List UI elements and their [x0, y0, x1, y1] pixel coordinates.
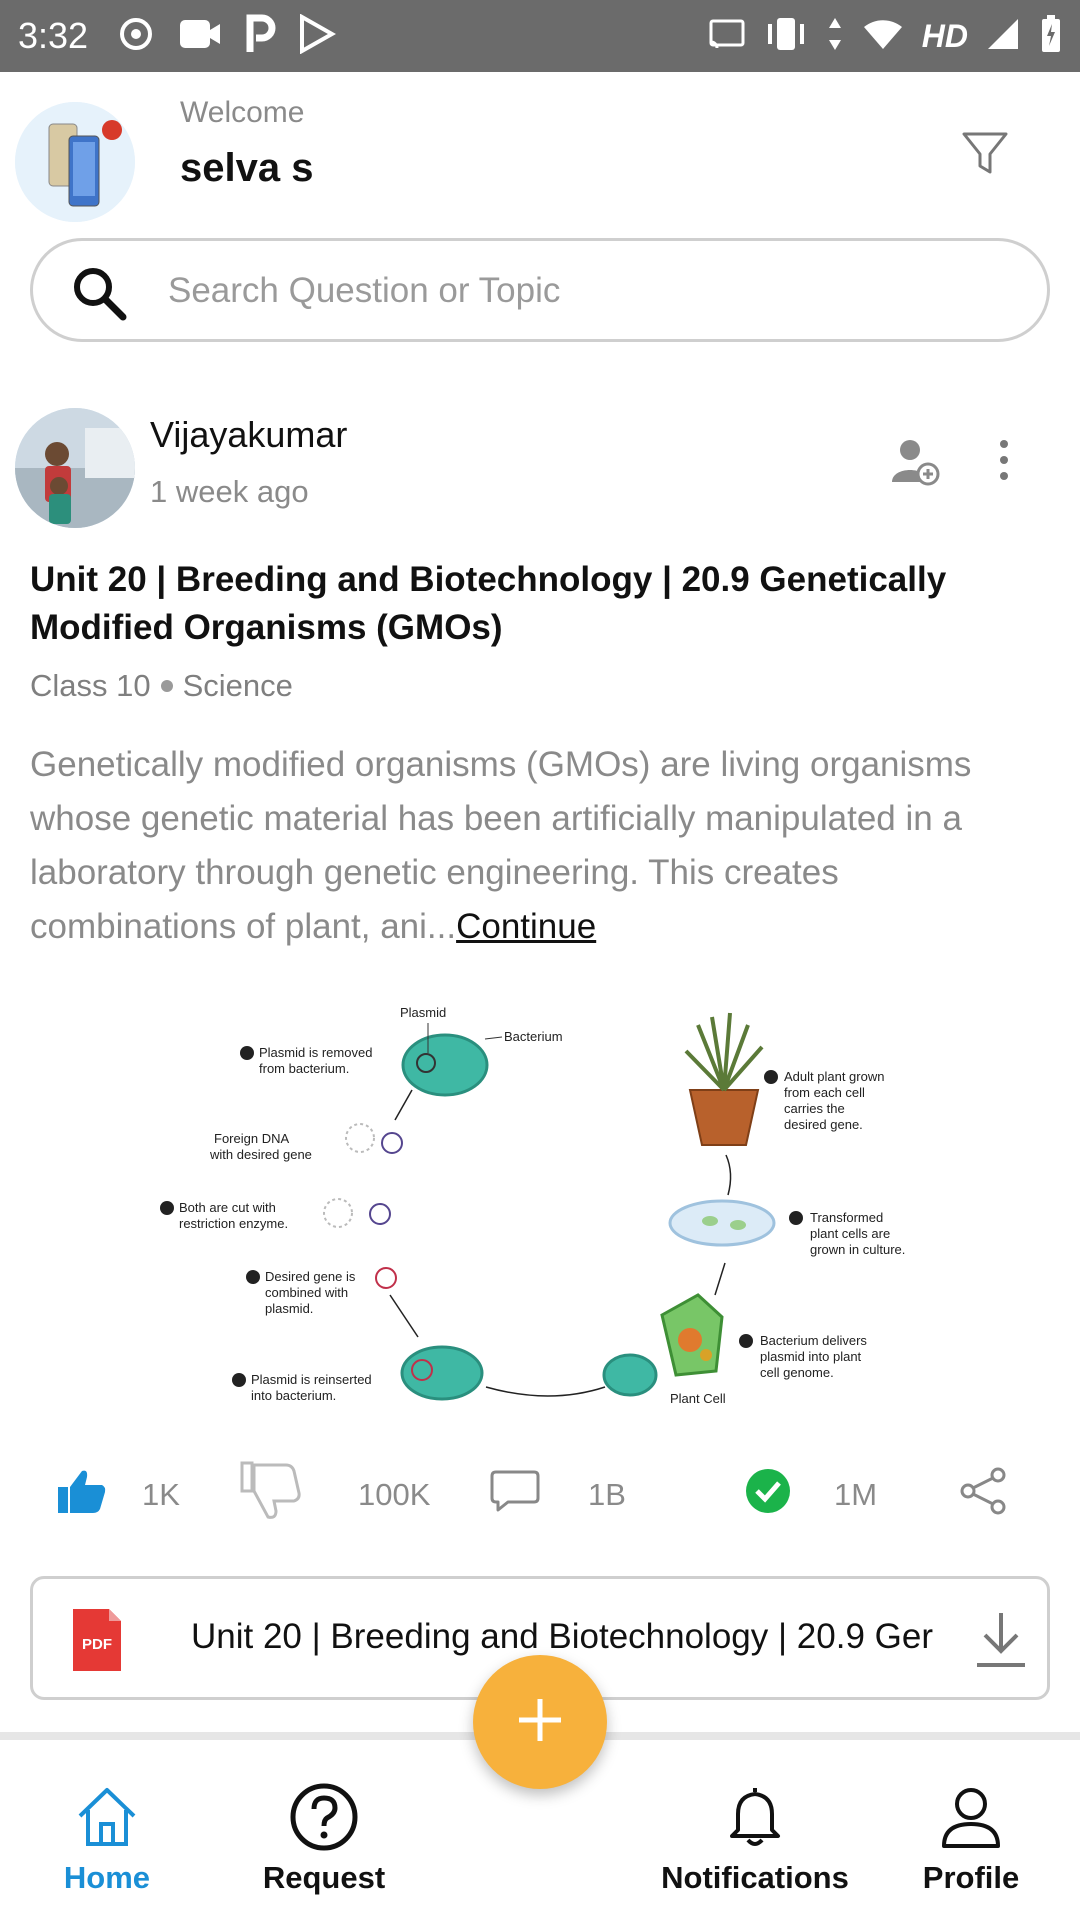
dislike-button[interactable]: 100K [240, 1450, 430, 1540]
status-bar: 3:32 HD [0, 0, 1080, 72]
step4-text: Plasmid is reinserted [251, 1372, 372, 1387]
author-name[interactable]: Vijayakumar [150, 414, 347, 456]
more-options-icon[interactable] [990, 436, 1018, 486]
pdf-file-icon: PDF [71, 1607, 123, 1673]
search-icon [69, 263, 129, 323]
home-icon [72, 1782, 142, 1852]
check-circle-icon [744, 1467, 792, 1523]
app-screen: 3:32 HD Welcome selva s Search Question … [0, 0, 1080, 1920]
username: selva s [180, 146, 314, 190]
step4b-text: into bacterium. [251, 1388, 336, 1403]
step1-text: Plasmid is removed [259, 1045, 372, 1060]
user-avatar[interactable] [15, 102, 135, 222]
step7d-text: desired gene. [784, 1117, 863, 1132]
answer-button[interactable]: 1M [744, 1450, 877, 1540]
cast-icon [708, 18, 746, 55]
comment-count: 1B [588, 1477, 626, 1512]
play-store-icon [298, 13, 337, 59]
plus-icon [515, 1695, 565, 1750]
step3-text: Desired gene is [265, 1269, 356, 1284]
plant-cell-text: Plant Cell [670, 1391, 726, 1406]
share-button[interactable] [958, 1450, 1008, 1540]
step7c-text: carries the [784, 1101, 845, 1116]
step3c-text: plasmid. [265, 1301, 313, 1316]
share-icon [958, 1466, 1008, 1524]
nav-notifications-label: Notifications [661, 1860, 849, 1895]
potted-plant-shape [684, 1012, 764, 1146]
nav-profile-label: Profile [922, 1860, 1020, 1895]
gmo-diagram-image[interactable]: Plasmid Bacterium Plasmid is removed fro… [150, 995, 930, 1415]
comment-button[interactable]: 1B [490, 1450, 626, 1540]
subject-label: Science [182, 668, 293, 703]
bell-icon [720, 1782, 790, 1852]
post-title[interactable]: Unit 20 | Breeding and Biotechnology | 2… [30, 556, 1040, 652]
nav-profile[interactable]: Profile [916, 1740, 1026, 1920]
meta-separator [160, 680, 173, 692]
answer-count: 1M [834, 1477, 878, 1512]
parking-icon [244, 14, 276, 59]
nav-notifications[interactable]: Notifications [652, 1740, 858, 1920]
filter-icon[interactable] [960, 128, 1010, 178]
search-bar[interactable] [30, 238, 1050, 342]
vibrate-icon [764, 16, 808, 57]
comment-icon [490, 1468, 540, 1522]
bacterium-shape [401, 1033, 489, 1097]
video-icon [178, 16, 222, 57]
petri-dish-shape [668, 1199, 776, 1247]
nav-home[interactable]: Home [62, 1740, 152, 1920]
step3b-text: combined with [265, 1285, 348, 1300]
nav-home-label: Home [63, 1860, 151, 1895]
pdf-badge-text: PDF [82, 1636, 112, 1653]
battery-icon [1040, 14, 1062, 59]
step5-text: Bacterium delivers [760, 1333, 867, 1348]
add-post-button[interactable] [473, 1655, 607, 1789]
hd-label: HD [921, 17, 968, 54]
header: Welcome selva s [0, 72, 1080, 232]
wifi-icon [862, 17, 904, 56]
like-button[interactable]: 1K [56, 1450, 180, 1540]
question-circle-icon [289, 1782, 359, 1852]
plasmid-text: Plasmid [400, 1005, 446, 1020]
step5c-text: cell genome. [760, 1365, 834, 1380]
foreign-dna-text: Foreign DNA [214, 1131, 289, 1146]
bacterium-lower-shape [400, 1345, 484, 1401]
status-time: 3:32 [18, 15, 89, 56]
post-time: 1 week ago [150, 474, 309, 509]
step6c-text: grown in culture. [810, 1242, 905, 1257]
nav-request[interactable]: Request [254, 1740, 394, 1920]
foreign-dna-b-text: with desired gene [209, 1147, 312, 1162]
step2-text: Both are cut with [179, 1200, 276, 1215]
step6-text: Transformed [810, 1210, 883, 1225]
bacterium-small-shape [602, 1353, 658, 1397]
post-excerpt: Genetically modified organisms (GMOs) ar… [30, 738, 1040, 954]
download-icon[interactable] [973, 1609, 1029, 1669]
post-meta: Class 10 Science [30, 668, 293, 704]
headset-icon [116, 14, 156, 59]
welcome-label: Welcome [180, 96, 305, 129]
step1b-text: from bacterium. [259, 1061, 349, 1076]
author-avatar[interactable] [15, 408, 135, 528]
pdf-file-name: Unit 20 | Breeding and Biotechnology | 2… [191, 1617, 933, 1656]
signal-icon [986, 17, 1022, 56]
plant-cell-shape [660, 1293, 724, 1377]
thumbs-up-icon [56, 1467, 108, 1523]
thumbs-down-icon [240, 1461, 304, 1529]
step2b-text: restriction enzyme. [179, 1216, 288, 1231]
step6b-text: plant cells are [810, 1226, 890, 1241]
search-input[interactable] [168, 263, 1008, 319]
class-label: Class 10 [30, 668, 151, 703]
dislike-count: 100K [358, 1477, 431, 1512]
post-actions: 1K 100K 1B 1M [0, 1450, 1080, 1540]
step7b-text: from each cell [784, 1085, 865, 1100]
bacterium-text: Bacterium [504, 1029, 563, 1044]
step7-text: Adult plant grown [784, 1069, 884, 1084]
add-user-icon[interactable] [890, 436, 940, 486]
step5b-text: plasmid into plant [760, 1349, 862, 1364]
continue-link[interactable]: Continue [456, 907, 596, 946]
data-arrows-icon [826, 16, 844, 57]
nav-request-label: Request [262, 1860, 386, 1895]
person-icon [936, 1782, 1006, 1852]
like-count: 1K [142, 1477, 180, 1512]
